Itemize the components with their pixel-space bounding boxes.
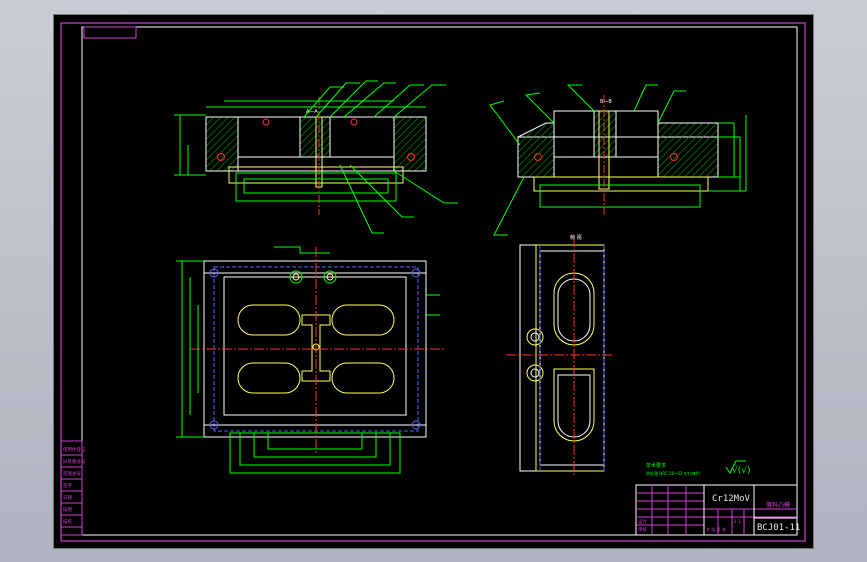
plan-view <box>176 246 444 474</box>
side-label: 签字 <box>63 482 72 489</box>
hatch-side-right <box>657 122 719 178</box>
hatch-side-center <box>593 110 617 158</box>
cad-viewport[interactable]: 借用件登记 旧底图总号 底图总号 签字 日期 描图 描校 A—A B—B 俯 视… <box>0 0 867 562</box>
side-label: 旧底图总号 <box>63 458 86 465</box>
title-block: Cr12MoV 落料凸模 BCJ01-11 1:1 设计 审核 共 张 第 张 <box>635 484 800 536</box>
side-label-strip: 借用件登记 旧底图总号 底图总号 签字 日期 描图 描校 <box>60 440 86 536</box>
drawing-canvas: 借用件登记 旧底图总号 底图总号 签字 日期 描图 描校 A—A B—B 俯 视… <box>60 22 806 542</box>
side-label: 描图 <box>63 506 72 513</box>
hatch-center <box>299 116 331 158</box>
outer-border <box>60 22 806 542</box>
side-label: 描校 <box>63 518 72 525</box>
tech-req-note: 热处理 HRC 58~62 刃口锋利 <box>646 470 700 476</box>
hatch-right <box>393 116 427 172</box>
technical-requirements: 技术要求 热处理 HRC 58~62 刃口锋利 √(√) <box>646 460 751 476</box>
checker-label: 审核 <box>638 526 647 533</box>
roughness-symbol: √(√) <box>732 465 751 476</box>
material-text: Cr12MoV <box>712 494 751 504</box>
hatch-left <box>205 116 239 172</box>
drawing-number: BCJ01-11 <box>757 523 800 533</box>
designer-label: 设计 <box>638 518 647 525</box>
side-label: 底图总号 <box>63 470 81 477</box>
sheet-text: 共 张 第 张 <box>706 526 726 532</box>
scale-text: 1:1 <box>734 519 741 525</box>
side-plan-view: 俯 视 <box>506 234 614 477</box>
hatch-side-left <box>517 122 555 178</box>
inner-border <box>81 26 798 536</box>
section-label-side: B—B <box>600 99 612 105</box>
side-label: 日期 <box>63 495 72 501</box>
tech-req-heading: 技术要求 <box>646 462 666 469</box>
corner-tag <box>83 26 137 39</box>
drawing-title: 落料凸模 <box>766 501 790 509</box>
side-label: 借用件登记 <box>63 446 86 453</box>
side-section-view: B—B <box>489 84 747 236</box>
drawing-sheet: 借用件登记 旧底图总号 底图总号 签字 日期 描图 描校 A—A B—B 俯 视… <box>54 15 813 548</box>
view-label: 俯 视 <box>570 234 582 241</box>
front-section-view: A—A <box>174 80 458 234</box>
section-label-front: A—A <box>306 109 318 115</box>
